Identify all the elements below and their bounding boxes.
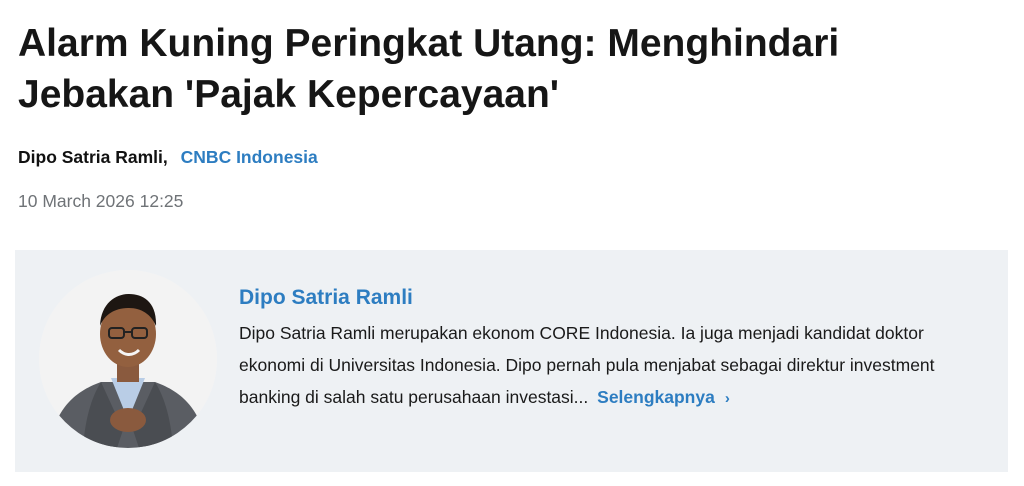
read-more-link[interactable]: Selengkapnya › [597,387,730,407]
byline: Dipo Satria Ramli, CNBC Indonesia [18,145,318,169]
source-link[interactable]: CNBC Indonesia [181,147,318,167]
author-photo-icon [39,270,217,448]
byline-separator: , [162,147,168,167]
headline-line-2: Jebakan 'Pajak Kepercayaan' [18,73,560,116]
author-bio: Dipo Satria Ramli merupakan ekonom CORE … [239,317,979,415]
read-more-label: Selengkapnya [597,387,715,407]
author-bio-text: Dipo Satria Ramli merupakan ekonom CORE … [239,323,935,407]
author-avatar [39,270,217,448]
author-card: Dipo Satria Ramli Dipo Satria Ramli meru… [15,250,1008,472]
author-card-name[interactable]: Dipo Satria Ramli [239,284,413,312]
author-name: Dipo Satria Ramli [18,147,163,167]
chevron-right-icon: › [724,390,730,407]
publish-date: 10 March 2026 12:25 [18,191,184,211]
headline-line-1: Alarm Kuning Peringkat Utang: Menghindar… [18,22,840,65]
article-headline: Alarm Kuning Peringkat Utang: Menghindar… [18,18,998,120]
